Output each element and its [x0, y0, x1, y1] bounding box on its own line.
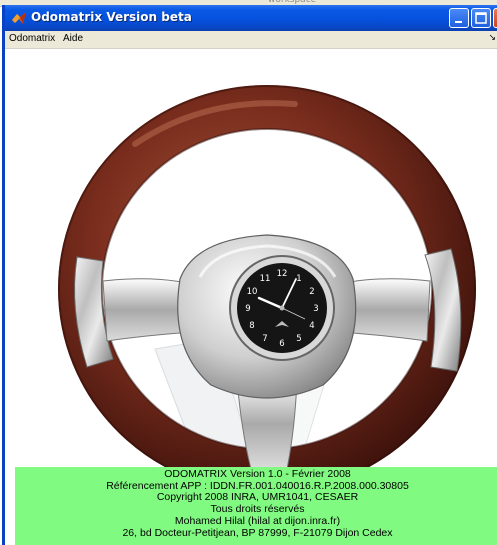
credits-line-address: 26, bd Docteur-Petitjean, BP 87999, F-21… [122, 526, 393, 539]
menu-aide[interactable]: Aide [63, 33, 83, 44]
clock-numeral-3: 3 [313, 304, 318, 314]
clock-numeral-9: 9 [245, 304, 250, 314]
menu-odomatrix[interactable]: Odomatrix [9, 33, 55, 44]
arrow-icon[interactable]: ↘ [488, 32, 496, 43]
clock-numeral-11: 11 [260, 274, 271, 284]
clock-numeral-4: 4 [309, 321, 314, 331]
clock-numeral-12: 12 [277, 269, 288, 279]
steering-wheel-illustration: 12 1 2 3 4 5 6 7 8 9 10 11 [58, 85, 476, 493]
minimize-button[interactable] [449, 8, 469, 28]
clock-numeral-2: 2 [309, 287, 314, 297]
clock: 12 1 2 3 4 5 6 7 8 9 10 11 [229, 255, 335, 361]
clock-numeral-8: 8 [249, 321, 254, 331]
clock-numeral-5: 5 [296, 334, 301, 344]
matlab-logo-icon [11, 10, 27, 26]
close-button[interactable] [493, 8, 497, 28]
clock-numeral-10: 10 [247, 287, 258, 297]
odomatrix-window: Odomatrix Version beta Odomatrix Aide ↘ [2, 5, 497, 545]
maximize-button[interactable] [471, 8, 491, 28]
image-canvas: 12 1 2 3 4 5 6 7 8 9 10 11 [5, 49, 497, 493]
credits-line-version: ODOMATRIX Version 1.0 - Février 2008 [164, 468, 351, 480]
credits-line-author: Mohamed Hilal (hilal at dijon.inra.fr) [174, 514, 341, 527]
clock-numeral-6: 6 [279, 339, 284, 349]
menu-bar: Odomatrix Aide ↘ [5, 31, 497, 49]
maximize-icon [475, 12, 487, 24]
clock-numeral-1: 1 [296, 274, 301, 284]
clock-numeral-7: 7 [262, 334, 267, 344]
title-bar[interactable]: Odomatrix Version beta [5, 5, 497, 31]
window-title: Odomatrix Version beta [31, 10, 192, 24]
minimize-icon [455, 21, 462, 23]
credits-panel: ODOMATRIX Version 1.0 - Février 2008 Réf… [15, 467, 497, 545]
